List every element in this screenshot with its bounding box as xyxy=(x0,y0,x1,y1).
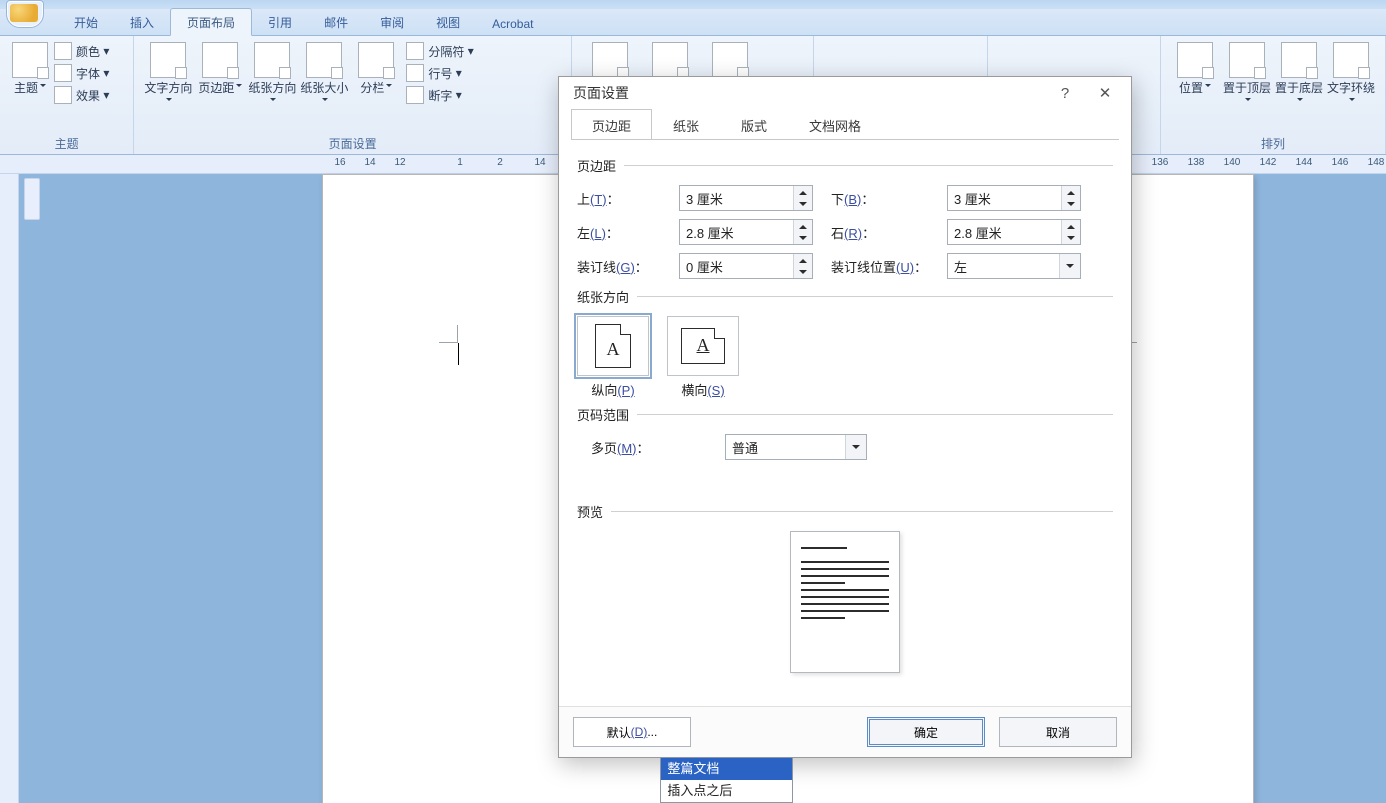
vertical-ruler[interactable] xyxy=(0,174,19,803)
group-label-themes: 主题 xyxy=(8,134,125,154)
send-back-button[interactable]: 置于底层 xyxy=(1273,40,1325,109)
front-icon xyxy=(1229,42,1265,78)
margins-icon xyxy=(202,42,238,78)
tab-home[interactable]: 开始 xyxy=(58,9,114,35)
orientation-portrait[interactable]: A 纵向(P) xyxy=(577,316,649,399)
combo-gutter-position[interactable]: 左 xyxy=(947,253,1081,279)
ok-button[interactable]: 确定 xyxy=(867,717,985,747)
dialog-titlebar[interactable]: 页面设置 ? ✕ xyxy=(559,77,1131,109)
tab-paper[interactable]: 纸张 xyxy=(652,109,720,139)
themes-icon xyxy=(12,42,48,78)
margin-corner xyxy=(439,315,467,343)
tab-layout[interactable]: 版式 xyxy=(720,109,788,139)
tab-page-layout[interactable]: 页面布局 xyxy=(170,8,252,36)
hyphenation-button[interactable]: 断字 ▾ xyxy=(406,84,473,106)
back-icon xyxy=(1281,42,1317,78)
text-cursor xyxy=(458,343,459,365)
label-multipage: 多页(M)： xyxy=(577,438,725,457)
themes-button[interactable]: 主题 xyxy=(8,40,52,95)
tab-references[interactable]: 引用 xyxy=(252,9,308,35)
label-bottom: 下(B)： xyxy=(831,189,947,208)
lineno-icon xyxy=(406,64,424,82)
orientation-landscape[interactable]: A 横向(S) xyxy=(667,316,739,399)
position-icon xyxy=(1177,42,1213,78)
section-margins: 页边距 xyxy=(577,156,616,175)
theme-colors[interactable]: 颜色 ▾ xyxy=(54,40,109,62)
colors-icon xyxy=(54,42,72,60)
wrap-icon xyxy=(1333,42,1369,78)
hyphen-icon xyxy=(406,86,424,104)
input-left-margin[interactable]: 2.8 厘米 xyxy=(679,219,813,245)
effects-icon xyxy=(54,86,72,104)
tab-review[interactable]: 审阅 xyxy=(364,9,420,35)
section-pages: 页码范围 xyxy=(577,405,629,424)
group-label-arrange: 排列 xyxy=(1169,134,1377,154)
input-bottom-margin[interactable]: 3 厘米 xyxy=(947,185,1081,211)
tab-margins[interactable]: 页边距 xyxy=(571,109,652,139)
preview-thumbnail xyxy=(790,531,900,673)
office-button[interactable] xyxy=(6,0,44,28)
section-orientation: 纸张方向 xyxy=(577,287,629,306)
label-left: 左(L)： xyxy=(577,223,679,242)
landscape-icon: A xyxy=(681,328,725,364)
size-button[interactable]: 纸张大小 xyxy=(298,40,350,109)
tab-mailings[interactable]: 邮件 xyxy=(308,9,364,35)
theme-effects[interactable]: 效果 ▾ xyxy=(54,84,109,106)
tab-insert[interactable]: 插入 xyxy=(114,9,170,35)
label-right: 石(R)： xyxy=(831,223,947,242)
input-top-margin[interactable]: 3 厘米 xyxy=(679,185,813,211)
apply-to-dropdown: 整篇文档 插入点之后 xyxy=(660,757,793,803)
page-color-icon xyxy=(652,42,688,78)
tab-acrobat[interactable]: Acrobat xyxy=(476,12,549,35)
portrait-icon: A xyxy=(595,324,631,368)
watermark-icon xyxy=(592,42,628,78)
tab-grid[interactable]: 文档网格 xyxy=(788,109,882,139)
input-gutter[interactable]: 0 厘米 xyxy=(679,253,813,279)
orientation-button[interactable]: 纸张方向 xyxy=(246,40,298,109)
page-setup-dialog: 页面设置 ? ✕ 页边距 纸张 版式 文档网格 页边距 上(T)： 3 厘米 下… xyxy=(558,76,1132,758)
dialog-title: 页面设置 xyxy=(573,83,629,103)
bring-front-button[interactable]: 置于顶层 xyxy=(1221,40,1273,109)
text-wrap-button[interactable]: 文字环绕 xyxy=(1325,40,1377,109)
default-button[interactable]: 默认(D)... xyxy=(573,717,691,747)
columns-icon xyxy=(358,42,394,78)
orientation-icon xyxy=(254,42,290,78)
position-button[interactable]: 位置 xyxy=(1169,40,1221,95)
label-gutter: 装订线(G)： xyxy=(577,257,679,276)
dialog-tabs: 页边距 纸张 版式 文档网格 xyxy=(571,109,1119,139)
page-border-icon xyxy=(712,42,748,78)
margins-button[interactable]: 页边距 xyxy=(194,40,246,95)
dialog-button-row: 默认(D)... 确定 取消 xyxy=(559,706,1131,757)
dropdown-option-whole-doc[interactable]: 整篇文档 xyxy=(661,758,792,780)
input-right-margin[interactable]: 2.8 厘米 xyxy=(947,219,1081,245)
dropdown-option-after-insertion[interactable]: 插入点之后 xyxy=(661,780,792,802)
close-button[interactable]: ✕ xyxy=(1085,79,1125,107)
line-numbers-button[interactable]: 行号 ▾ xyxy=(406,62,473,84)
cancel-button[interactable]: 取消 xyxy=(999,717,1117,747)
breaks-button[interactable]: 分隔符 ▾ xyxy=(406,40,473,62)
breaks-icon xyxy=(406,42,424,60)
fonts-icon xyxy=(54,64,72,82)
columns-button[interactable]: 分栏 xyxy=(350,40,402,95)
label-gutter-position: 装订线位置(U)： xyxy=(831,257,947,276)
size-icon xyxy=(306,42,342,78)
tab-view[interactable]: 视图 xyxy=(420,9,476,35)
group-label-page-setup: 页面设置 xyxy=(142,134,563,154)
combo-multipage[interactable]: 普通 xyxy=(725,434,867,460)
page-thumbnail[interactable] xyxy=(24,178,40,220)
text-direction-button[interactable]: 文字方向 xyxy=(142,40,194,109)
section-preview: 预览 xyxy=(577,502,603,521)
menu-tabs: 开始 插入 页面布局 引用 邮件 审阅 视图 Acrobat xyxy=(0,9,1386,36)
help-button[interactable]: ? xyxy=(1045,79,1085,107)
text-direction-icon xyxy=(150,42,186,78)
label-top: 上(T)： xyxy=(577,189,679,208)
theme-fonts[interactable]: 字体 ▾ xyxy=(54,62,109,84)
